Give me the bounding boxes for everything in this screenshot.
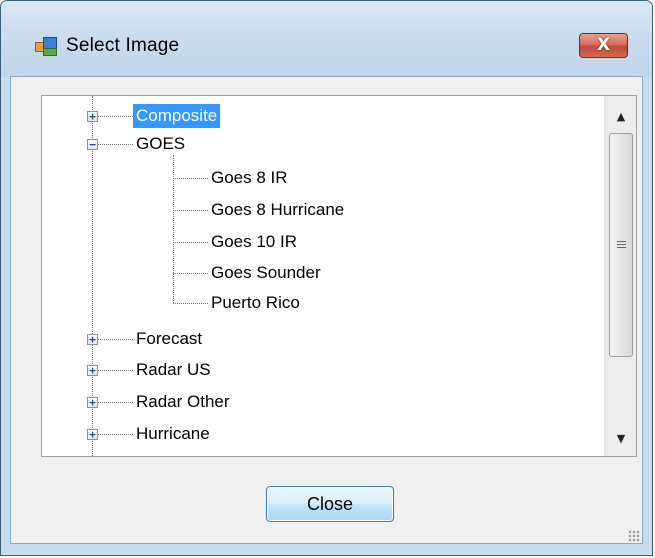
tree-node-goes-8-ir[interactable]: Goes 8 IR — [208, 166, 291, 190]
scroll-up-icon[interactable]: ▲ — [605, 104, 636, 128]
close-button[interactable]: Close — [266, 486, 394, 522]
window-title: Select Image — [66, 35, 180, 56]
window-close-button[interactable]: X — [579, 33, 628, 58]
tree-node-forecast[interactable]: Forecast — [133, 327, 205, 351]
collapse-icon-goes[interactable]: − — [87, 139, 98, 150]
scrollbar-thumb[interactable] — [609, 133, 633, 357]
tree-vertical-scrollbar[interactable]: ▲ ▼ — [604, 96, 636, 456]
image-tree-view[interactable]: + Composite − GOES Goes 8 IR Goes 8 Hurr… — [41, 95, 637, 457]
tree-node-goes[interactable]: GOES — [133, 132, 188, 156]
title-bar[interactable]: Select Image X — [1, 1, 652, 77]
tree-node-radar-us[interactable]: Radar US — [133, 358, 214, 382]
tree-node-puerto-rico[interactable]: Puerto Rico — [208, 291, 303, 315]
tree-node-radar-other[interactable]: Radar Other — [133, 390, 233, 414]
grip-icon — [616, 241, 626, 249]
tree-node-goes-10-ir[interactable]: Goes 10 IR — [208, 230, 300, 254]
expand-icon-radar-us[interactable]: + — [87, 365, 98, 376]
expand-icon-forecast[interactable]: + — [87, 334, 98, 345]
close-icon: X — [596, 35, 611, 55]
tree-node-hurricane[interactable]: Hurricane — [133, 422, 213, 446]
scroll-down-icon[interactable]: ▼ — [605, 426, 636, 450]
app-icon — [35, 35, 57, 57]
expand-icon-composite[interactable]: + — [87, 111, 98, 122]
tree-node-goes-8-hurricane[interactable]: Goes 8 Hurricane — [208, 198, 347, 222]
expand-icon-radar-other[interactable]: + — [87, 397, 98, 408]
tree-node-composite[interactable]: Composite — [133, 104, 221, 128]
tree-node-goes-sounder[interactable]: Goes Sounder — [208, 261, 324, 285]
resize-grip-icon[interactable] — [628, 530, 640, 542]
expand-icon-hurricane[interactable]: + — [87, 429, 98, 440]
